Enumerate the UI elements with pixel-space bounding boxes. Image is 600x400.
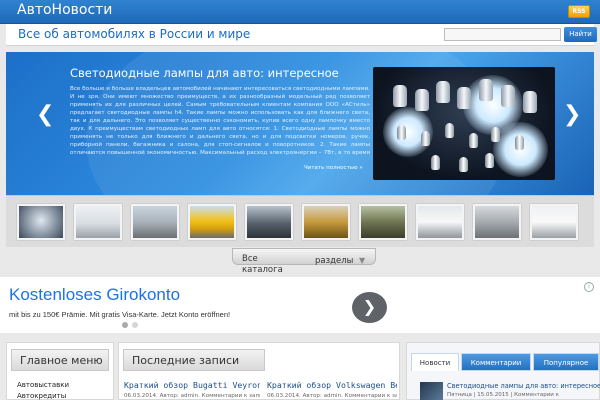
recent-posts-title: Последние записи — [132, 354, 240, 367]
carousel-dot-active[interactable] — [122, 322, 128, 328]
slide-image[interactable] — [373, 67, 555, 180]
lamp-image — [491, 127, 500, 142]
catalog-tabs: Все каталога разделы ▼ — [232, 248, 376, 275]
thumbnail[interactable] — [416, 204, 464, 240]
thumbnail[interactable] — [245, 204, 293, 240]
main-menu-title: Главное меню — [20, 354, 103, 367]
chevron-left-icon[interactable]: ❮ — [36, 104, 54, 126]
menu-item[interactable]: Автокредиты — [17, 392, 66, 400]
lamp-image — [469, 133, 478, 148]
post-title[interactable]: Краткий обзор Bugatti Veyron — [124, 380, 260, 390]
post-meta: 06.03.2014. Автор: admin. Комментарии к … — [267, 393, 397, 399]
main-menu-widget: Главное меню Автовыставки Автокредиты — [6, 342, 114, 400]
post-meta: 06.03.2014. Автор: admin. Комментарии к … — [124, 393, 260, 399]
thumbnail[interactable] — [530, 204, 578, 240]
site-tagline: Все об автомобилях в России и мире — [18, 27, 251, 41]
widget-header: Последние записи — [123, 349, 265, 371]
search-input[interactable] — [444, 28, 561, 41]
tagline-bar: Все об автомобилях в России и мире Найти — [6, 24, 597, 46]
tab-catalog[interactable]: Все каталога — [242, 254, 283, 276]
slide-excerpt: Все больше и больше владельцев автомобил… — [70, 86, 370, 156]
lamp-image — [501, 85, 515, 107]
search-button[interactable]: Найти — [564, 27, 597, 42]
info-icon[interactable]: i — [584, 282, 594, 292]
chevron-down-icon[interactable]: ▼ — [359, 256, 365, 265]
thumbnail[interactable] — [473, 204, 521, 240]
thumbnail[interactable] — [74, 204, 122, 240]
lamp-image — [515, 135, 524, 150]
page: АвтоНовости RSS Все об автомобилях в Рос… — [0, 0, 600, 400]
thumbnail[interactable] — [188, 204, 236, 240]
slide-title[interactable]: Светодиодные лампы для авто: интересное — [70, 66, 339, 80]
carousel-dot[interactable] — [132, 322, 138, 328]
thumbnail[interactable] — [17, 204, 65, 240]
rss-icon[interactable]: RSS — [568, 5, 590, 18]
ad-title[interactable]: Kostenloses Girokonto — [9, 285, 180, 305]
lamp-image — [445, 123, 454, 138]
lamp-image — [431, 155, 440, 170]
thumbnail[interactable] — [359, 204, 407, 240]
advertisement[interactable]: Kostenloses Girokonto mit bis zu 150€ Pr… — [0, 277, 600, 333]
lamp-image — [415, 89, 429, 111]
featured-slider: ❮ ❯ Светодиодные лампы для авто: интерес… — [6, 52, 594, 195]
tab-news[interactable]: Новости — [411, 353, 459, 371]
menu-item[interactable]: Автовыставки — [17, 381, 69, 389]
bottom-section: Главное меню Автовыставки Автокредиты По… — [0, 342, 600, 400]
top-bar: АвтоНовости RSS — [0, 0, 600, 24]
chevron-right-icon[interactable]: ❯ — [352, 292, 387, 323]
lamp-image — [523, 91, 537, 113]
lamp-image — [397, 125, 406, 140]
lamp-image — [479, 79, 493, 101]
tab-popular[interactable]: Популярное — [533, 353, 599, 371]
thumbnail[interactable] — [131, 204, 179, 240]
site-title[interactable]: АвтоНовости — [17, 2, 112, 18]
read-more-link[interactable]: Читать полностью » — [304, 165, 363, 171]
slider-thumbnails — [6, 195, 594, 247]
lamp-image — [436, 81, 450, 103]
news-thumbnail[interactable] — [420, 382, 443, 400]
ad-text: mit bis zu 150€ Prämie. Mit gratis Visa-… — [9, 310, 231, 319]
widget-header: Главное меню — [11, 349, 109, 371]
post-title[interactable]: Краткий обзор Volkswagen Beetle — [267, 380, 397, 390]
recent-posts-widget: Последние записи Краткий обзор Bugatti V… — [118, 342, 400, 400]
lamp-image — [393, 85, 407, 107]
news-meta: Пятница | 15.05.2015 | Комментарии к — [447, 392, 559, 398]
lamp-image — [459, 157, 468, 172]
thumbnail[interactable] — [302, 204, 350, 240]
chevron-right-icon[interactable]: ❯ — [563, 104, 581, 126]
lamp-image — [485, 153, 494, 168]
tab-comments[interactable]: Комментарии — [461, 353, 531, 371]
tab-sections[interactable]: разделы — [315, 256, 353, 266]
news-title[interactable]: Светодиодные лампы для авто: интересное — [447, 382, 600, 390]
lamp-image — [457, 87, 471, 109]
lamp-image — [421, 131, 430, 146]
